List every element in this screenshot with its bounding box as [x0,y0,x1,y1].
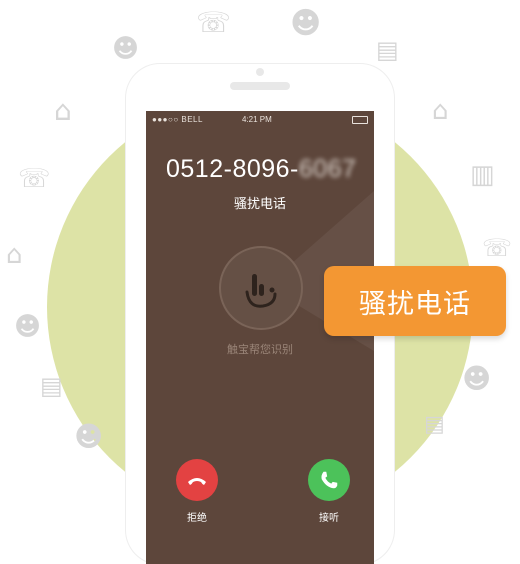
coupon-icon: ▤ [40,372,63,400]
decline-button[interactable] [176,459,218,501]
phone-blocked-icon: ☏ [482,234,513,262]
accept-button[interactable] [308,459,350,501]
house-price-icon: ⌂ [432,96,449,126]
earpiece-speaker [230,82,290,90]
caller-tag: 骚扰电话 [233,196,286,211]
accept-label: 接听 [319,513,339,524]
phone-blocked-icon: ☏ [18,164,51,194]
carrier-label: ●●●○○ BELL [152,115,203,124]
decline-label: 拒绝 [187,513,207,524]
coupon-icon: ▤ [376,36,399,64]
coupon-icon: ▤ [424,412,445,437]
front-camera [256,68,264,76]
status-bar: ●●●○○ BELL 4:21 PM [146,111,374,127]
monster-icon: ☻ [74,420,104,453]
hang-up-icon [188,478,206,485]
battery-icon [352,116,368,124]
bell-monster-icon: ☻ [14,312,42,342]
monster-icon: ☻ [112,34,140,64]
phone-icon [321,471,338,489]
status-time: 4:21 PM [242,115,272,124]
incoming-call-screen: ●●●○○ BELL 4:21 PM 0512-8096-6067 骚扰电话 触… [146,111,374,564]
shop-icon: ⌂ [54,94,72,127]
monster-icon: ☻ [290,6,322,41]
emoji-icon: ☻ [462,362,492,395]
caller-number-blurred: 6067 [298,155,357,183]
spam-call-badge: 骚扰电话 [324,266,506,336]
phone-blocked-icon: ☏ [196,6,232,39]
caller-number: 0512-8096-6067 [166,155,357,184]
shop-icon: ▥ [470,160,495,190]
caller-number-visible: 0512-8096- [166,155,299,183]
touchpal-logo [219,246,303,330]
identify-caption: 触宝帮您识别 [227,344,293,356]
house-price-icon: ⌂ [6,240,23,270]
touchpal-hand-icon [245,274,277,308]
